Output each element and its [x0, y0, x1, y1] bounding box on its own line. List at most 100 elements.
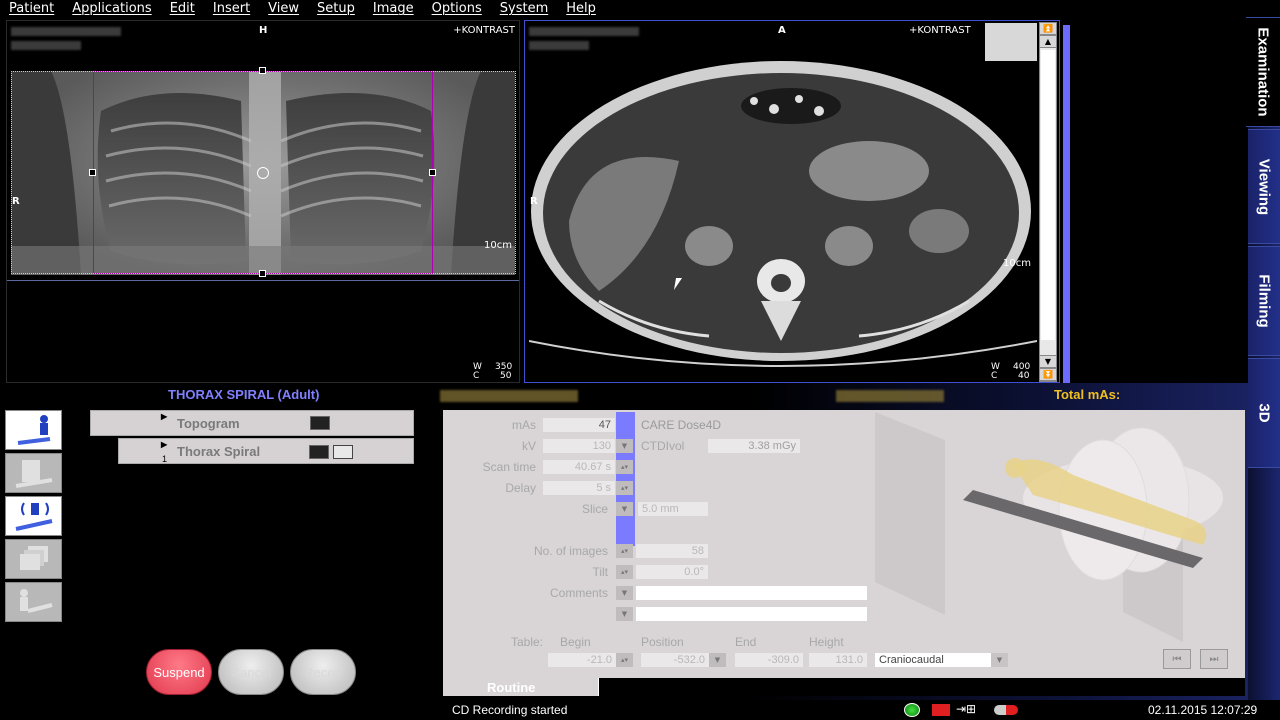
- tab-viewing[interactable]: Viewing: [1248, 129, 1280, 244]
- tab-filming[interactable]: Filming: [1248, 246, 1280, 356]
- target-icon[interactable]: [257, 167, 269, 179]
- slice-field[interactable]: 5.0 mm: [638, 502, 708, 516]
- mas-label: mAs: [512, 418, 536, 432]
- protocol-row-thorax-spiral[interactable]: ▶ 1 Thorax Spiral: [118, 438, 414, 464]
- table-begin-spinner[interactable]: ▴▾: [616, 653, 633, 667]
- recon-stack-button[interactable]: [5, 539, 62, 579]
- scan-radiation-icon: [15, 502, 52, 531]
- tilt-label: Tilt: [592, 565, 608, 579]
- first-page-button[interactable]: ⏮: [1163, 649, 1191, 669]
- kv-field[interactable]: 130: [543, 439, 615, 453]
- contrast-label: +KONTRAST: [909, 25, 971, 36]
- table-button[interactable]: [5, 582, 62, 622]
- scanner-button[interactable]: [5, 453, 62, 493]
- roi-handle[interactable]: [429, 169, 436, 176]
- scroll-top-button[interactable]: ⏫: [1039, 22, 1057, 35]
- scroll-bottom-button[interactable]: ⏬: [1039, 368, 1057, 381]
- scroll-up-button[interactable]: ▲: [1039, 35, 1057, 48]
- protocol-row-topogram[interactable]: ▶ Topogram: [90, 410, 414, 436]
- scantime-spinner[interactable]: ▴▾: [616, 460, 633, 474]
- menu-applications[interactable]: Applications: [63, 0, 160, 17]
- menu-setup[interactable]: Setup: [308, 0, 364, 17]
- row-arrow-icon: ▶: [161, 440, 168, 449]
- tilt-field[interactable]: 0.0°: [636, 565, 708, 579]
- scale-label: 10cm: [1003, 258, 1031, 269]
- scroll-thumb[interactable]: [1041, 50, 1055, 340]
- window-c-value: 50: [500, 371, 512, 381]
- ctdi-field: 3.38 mGy: [708, 439, 800, 453]
- menu-edit[interactable]: Edit: [161, 0, 204, 17]
- tab-examination[interactable]: Examination: [1246, 17, 1280, 127]
- noimages-field[interactable]: 58: [636, 544, 708, 558]
- menu-view[interactable]: View: [259, 0, 308, 17]
- kv-dropdown[interactable]: ▼: [616, 439, 633, 453]
- scantime-field[interactable]: 40.67 s: [543, 460, 615, 474]
- menu-options[interactable]: Options: [423, 0, 491, 17]
- scale-label: 10cm: [484, 240, 512, 251]
- menu-system[interactable]: System: [491, 0, 557, 17]
- status-message: CD Recording started: [452, 703, 568, 717]
- protocol-row-label: Thorax Spiral: [177, 443, 261, 459]
- protocol-row-label: Topogram: [177, 415, 240, 431]
- tab-viewing-label: Viewing: [1255, 158, 1273, 215]
- topogram-viewport[interactable]: H +KONTRAST R 10cm W C 350 50: [6, 20, 520, 383]
- recording-icon: [932, 704, 950, 716]
- direction-field[interactable]: Craniocaudal: [875, 653, 991, 667]
- tab-examination-label: Examination: [1254, 27, 1272, 117]
- routine-tab-label: Routine: [487, 680, 536, 695]
- tab-3d[interactable]: 3D: [1248, 358, 1280, 468]
- table-position-label: Position: [641, 635, 684, 649]
- empty-checkbox-icon[interactable]: [333, 445, 353, 459]
- cd-record-icon: [994, 705, 1018, 715]
- comments-field-1[interactable]: [636, 586, 867, 600]
- scan-button[interactable]: [5, 496, 62, 536]
- roi-handle[interactable]: [259, 67, 266, 74]
- direction-dropdown[interactable]: ▼: [991, 653, 1008, 667]
- table-position-dropdown[interactable]: ▼: [709, 653, 726, 667]
- window-c-label: C: [991, 371, 998, 381]
- scroll-down-button[interactable]: ▼: [1039, 355, 1057, 368]
- slice-dropdown[interactable]: ▼: [616, 502, 633, 516]
- tilt-spinner[interactable]: ▴▾: [616, 565, 633, 579]
- contrast-label: +KONTRAST: [453, 25, 515, 36]
- table-label: Table:: [510, 635, 543, 649]
- axial-viewport[interactable]: A +KONTRAST R 10cm W C 400 40: [524, 20, 1060, 383]
- delay-label: Delay: [505, 481, 536, 495]
- comments-dropdown-2[interactable]: ▼: [616, 607, 633, 621]
- blue-divider: [1063, 25, 1070, 383]
- panel-bottom-strip: [599, 678, 1245, 696]
- menu-patient[interactable]: Patient: [0, 0, 63, 17]
- menu-image[interactable]: Image: [364, 0, 423, 17]
- patient-model-button[interactable]: [5, 410, 62, 450]
- menu-insert[interactable]: Insert: [204, 0, 259, 17]
- roi-handle[interactable]: [259, 270, 266, 277]
- next-page-button[interactable]: ⏭: [1200, 649, 1228, 669]
- redacted-text: [836, 390, 944, 402]
- noimages-spinner[interactable]: ▴▾: [616, 544, 633, 558]
- kv-label: kV: [521, 439, 536, 453]
- table-position-field[interactable]: -532.0: [641, 653, 709, 667]
- mas-field[interactable]: 47: [543, 418, 615, 432]
- patient-info-redacted: [11, 27, 121, 36]
- table-begin-field[interactable]: -21.0: [548, 653, 616, 667]
- roi-handle[interactable]: [89, 169, 96, 176]
- table-end-label: End: [735, 635, 757, 649]
- comments-dropdown[interactable]: ▼: [616, 586, 633, 600]
- comments-label: Comments: [549, 586, 608, 600]
- cancel-button[interactable]: Cancel: [218, 649, 284, 695]
- table-begin-label: Begin: [560, 635, 591, 649]
- total-mas-label: Total mAs:: [1054, 387, 1121, 402]
- table-end-field: -309.0: [735, 653, 803, 667]
- tab-filming-label: Filming: [1255, 274, 1273, 328]
- recon-button[interactable]: Recon: [290, 649, 356, 695]
- comments-field-2[interactable]: [636, 607, 867, 621]
- tab-3d-label: 3D: [1255, 403, 1273, 423]
- delay-spinner[interactable]: ▴▾: [616, 481, 633, 495]
- patient-info-redacted: [11, 41, 81, 50]
- scan-baseline: [7, 280, 519, 281]
- menu-help[interactable]: Help: [557, 0, 605, 17]
- delay-field[interactable]: 5 s: [543, 481, 615, 495]
- orientation-left-label: R: [12, 196, 20, 207]
- patient-info-redacted: [529, 27, 639, 36]
- suspend-button[interactable]: Suspend: [146, 649, 212, 695]
